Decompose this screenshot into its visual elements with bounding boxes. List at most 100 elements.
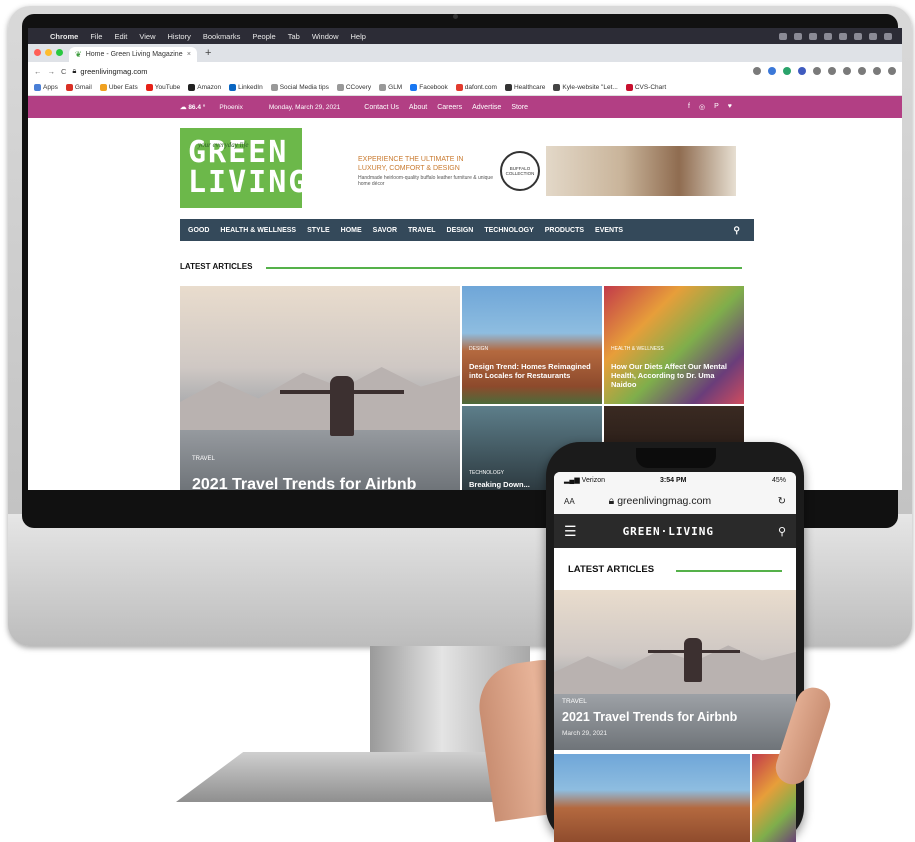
menu-app-name[interactable]: Chrome <box>50 32 78 41</box>
bookmark-dafont[interactable]: dafont.com <box>455 84 497 91</box>
bookmark-youtube[interactable]: YouTube <box>145 84 180 91</box>
phone-hero-title[interactable]: 2021 Travel Trends for Airbnb <box>562 710 737 724</box>
profile-icon[interactable] <box>873 67 881 75</box>
link-advertise[interactable]: Advertise <box>472 104 501 111</box>
hamburger-menu-icon[interactable]: ☰ <box>564 523 577 540</box>
bookmark-social-media-tips[interactable]: Social Media tips <box>270 84 329 91</box>
reload-icon[interactable]: ↻ <box>778 496 786 507</box>
link-careers[interactable]: Careers <box>437 104 462 111</box>
bookmark-amazon[interactable]: Amazon <box>188 84 221 91</box>
card-category[interactable]: DESIGN <box>469 346 488 352</box>
status-icon[interactable] <box>884 32 892 40</box>
hero-category[interactable]: TRAVEL <box>192 456 215 462</box>
nav-events[interactable]: EVENTS <box>595 227 623 234</box>
instagram-icon[interactable]: ◎ <box>699 103 705 111</box>
bookmark-gmail[interactable]: Gmail <box>65 84 92 91</box>
phone-address-bar[interactable]: AA 🔒︎ greenlivingmag.com ↻ <box>554 488 796 514</box>
menu-bookmarks[interactable]: Bookmarks <box>203 32 241 41</box>
card-title[interactable]: How Our Diets Affect Our Mental Health, … <box>611 362 741 389</box>
link-contact-us[interactable]: Contact Us <box>364 104 399 111</box>
search-icon[interactable]: ⚲ <box>778 525 786 538</box>
menu-history[interactable]: History <box>168 32 191 41</box>
youtube-icon <box>145 84 153 91</box>
address-bar[interactable]: 🔒︎ greenlivingmag.com <box>72 66 147 76</box>
phone-hero-article[interactable]: TRAVEL 2021 Travel Trends for Airbnb Mar… <box>554 590 796 750</box>
status-icon[interactable] <box>809 32 817 40</box>
zoom-window-button[interactable] <box>56 49 63 56</box>
nav-home[interactable]: HOME <box>341 227 362 234</box>
nav-technology[interactable]: TECHNOLOGY <box>484 227 533 234</box>
status-icon[interactable] <box>779 32 787 40</box>
article-card[interactable]: DESIGN Design Trend: Homes Reimagined in… <box>462 286 602 404</box>
facebook-icon[interactable]: f <box>688 103 690 111</box>
bookmark-healthcare[interactable]: Healthcare <box>504 84 545 91</box>
url-text[interactable]: greenlivingmag.com <box>80 67 147 76</box>
card-category[interactable]: HEALTH & WELLNESS <box>611 346 664 352</box>
menu-people[interactable]: People <box>252 32 275 41</box>
tab-close-button[interactable]: × <box>187 51 191 58</box>
twitter-icon[interactable]: ♥ <box>728 103 732 111</box>
menu-help[interactable]: Help <box>351 32 366 41</box>
more-menu-icon[interactable] <box>888 67 896 75</box>
bookmark-uber-eats[interactable]: Uber Eats <box>99 84 138 91</box>
article-card[interactable]: HEALTH & WELLNESS How Our Diets Affect O… <box>604 286 744 404</box>
nav-savor[interactable]: SAVOR <box>373 227 397 234</box>
menu-window[interactable]: Window <box>312 32 339 41</box>
bookmark-glm[interactable]: GLM <box>379 84 402 91</box>
nav-good[interactable]: GOOD <box>188 227 209 234</box>
browser-tab[interactable]: ❦ Home - Green Living Magazine × <box>69 47 197 62</box>
search-icon[interactable] <box>854 32 862 40</box>
reload-icon[interactable]: C <box>61 67 66 76</box>
bookmark-ccovery[interactable]: CCovery <box>336 84 371 91</box>
wifi-icon[interactable] <box>839 32 847 40</box>
back-icon[interactable]: ← <box>34 67 42 76</box>
extension-icon[interactable] <box>813 67 821 75</box>
nav-travel[interactable]: TRAVEL <box>408 227 435 234</box>
bookmark-linkedin[interactable]: LinkedIn <box>229 84 263 91</box>
menu-file[interactable]: File <box>90 32 102 41</box>
close-window-button[interactable] <box>34 49 41 56</box>
nav-design[interactable]: DESIGN <box>447 227 474 234</box>
minimize-window-button[interactable] <box>45 49 52 56</box>
phone-url-text[interactable]: greenlivingmag.com <box>617 495 711 507</box>
phone-url[interactable]: 🔒︎ greenlivingmag.com <box>609 495 711 508</box>
card-category[interactable]: TECHNOLOGY <box>469 470 504 476</box>
status-icon[interactable] <box>794 32 802 40</box>
pinterest-icon[interactable]: P <box>714 103 719 111</box>
hero-article[interactable]: TRAVEL 2021 Travel Trends for Airbnb <box>180 286 460 490</box>
lock-icon: 🔒︎ <box>72 66 77 75</box>
menu-view[interactable]: View <box>139 32 155 41</box>
phone-site-logo[interactable]: GREEN·LIVING <box>623 525 714 538</box>
menu-edit[interactable]: Edit <box>114 32 127 41</box>
bookmark-cvs-chart[interactable]: CVS-Chart <box>625 84 666 91</box>
link-store[interactable]: Store <box>511 104 528 111</box>
bookmark-apps[interactable]: Apps <box>34 84 58 91</box>
star-icon[interactable] <box>768 67 776 75</box>
menu-tab[interactable]: Tab <box>288 32 300 41</box>
extension-icon[interactable] <box>858 67 866 75</box>
site-logo[interactable]: your everyday life GREEN LIVING <box>180 128 306 208</box>
link-about[interactable]: About <box>409 104 427 111</box>
bookmark-kyle-website[interactable]: Kyle-website "Let... <box>553 84 618 91</box>
bookmark-facebook[interactable]: Facebook <box>410 84 448 91</box>
extension-icon[interactable] <box>783 67 791 75</box>
new-tab-button[interactable]: + <box>205 47 211 59</box>
search-icon[interactable]: ⚲ <box>733 225 740 236</box>
card-title[interactable]: Design Trend: Homes Reimagined into Loca… <box>469 362 599 380</box>
nav-health-wellness[interactable]: HEALTH & WELLNESS <box>220 227 296 234</box>
extension-icon[interactable] <box>798 67 806 75</box>
nav-style[interactable]: STYLE <box>307 227 330 234</box>
header-ad-banner[interactable]: EXPERIENCE THE ULTIMATE IN LUXURY, COMFO… <box>356 146 746 196</box>
extension-icon[interactable] <box>843 67 851 75</box>
forward-icon[interactable]: → <box>48 67 56 76</box>
status-icon[interactable] <box>824 32 832 40</box>
nav-products[interactable]: PRODUCTS <box>545 227 584 234</box>
phone-article-thumbnail[interactable] <box>554 754 750 842</box>
browser-toolbar: ← → C 🔒︎ greenlivingmag.com <box>28 62 902 80</box>
hero-title[interactable]: 2021 Travel Trends for Airbnb <box>192 476 416 490</box>
phone-hero-category[interactable]: TRAVEL <box>562 698 587 705</box>
key-icon[interactable] <box>753 67 761 75</box>
status-icon[interactable] <box>869 32 877 40</box>
extension-icon[interactable] <box>828 67 836 75</box>
reader-aa-button[interactable]: AA <box>564 497 575 506</box>
